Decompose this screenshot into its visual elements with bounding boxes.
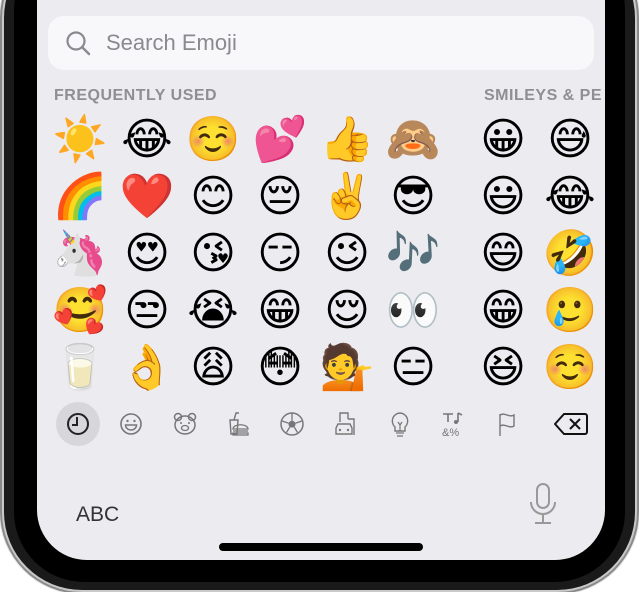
- search-placeholder: Search Emoji: [106, 30, 237, 55]
- travel-car-icon[interactable]: [326, 404, 366, 444]
- emoji-key[interactable]: 😏: [252, 226, 308, 282]
- section-frequently-used: FREQUENTLY USED: [54, 87, 218, 104]
- emoji-key[interactable]: 👍: [319, 112, 375, 168]
- emoji-key[interactable]: 😎: [385, 169, 441, 225]
- home-indicator[interactable]: [219, 543, 423, 551]
- emoji-key[interactable]: 😀: [475, 112, 531, 168]
- emoji-key[interactable]: 😍: [119, 226, 175, 282]
- emoji-key[interactable]: 💕: [252, 112, 308, 168]
- emoji-key[interactable]: 😉: [319, 226, 375, 282]
- smiley-icon[interactable]: [111, 404, 151, 444]
- emoji-key[interactable]: 😃: [475, 169, 531, 225]
- recent-clock-icon[interactable]: [56, 402, 100, 446]
- emoji-key[interactable]: 😔: [252, 169, 308, 225]
- section-smileys-people: SMILEYS & PE: [484, 87, 603, 104]
- emoji-key[interactable]: 💁: [319, 340, 375, 396]
- emoji-keyboard: Search Emoji FREQUENTLY USED SMILEYS & P…: [37, 0, 605, 560]
- symbols-icon[interactable]: &%: [433, 404, 473, 444]
- emoji-key[interactable]: 🦄: [52, 226, 108, 282]
- flag-icon[interactable]: [487, 404, 527, 444]
- emoji-key[interactable]: ❤️: [119, 169, 175, 225]
- emoji-key[interactable]: 😁: [475, 283, 531, 339]
- category-bar: &%: [37, 400, 605, 450]
- search-emoji-field[interactable]: Search Emoji: [48, 16, 594, 70]
- emoji-key[interactable]: 😒: [119, 283, 175, 339]
- emoji-key[interactable]: 😳: [252, 340, 308, 396]
- emoji-key[interactable]: 😑: [385, 340, 441, 396]
- emoji-key[interactable]: 😆: [475, 340, 531, 396]
- emoji-key[interactable]: 🤣: [542, 226, 598, 282]
- emoji-key[interactable]: 👀: [385, 283, 441, 339]
- emoji-key[interactable]: 😩: [185, 340, 241, 396]
- emoji-key[interactable]: 👌: [119, 340, 175, 396]
- emoji-key[interactable]: 🙈: [385, 112, 441, 168]
- abc-keyboard-button[interactable]: ABC: [76, 503, 119, 527]
- animal-bear-icon[interactable]: [165, 404, 205, 444]
- emoji-key[interactable]: 😁: [252, 283, 308, 339]
- emoji-key[interactable]: 😌: [319, 283, 375, 339]
- food-icon[interactable]: [218, 404, 258, 444]
- emoji-key[interactable]: 🌈: [52, 169, 108, 225]
- emoji-key[interactable]: 🥲: [542, 283, 598, 339]
- emoji-key[interactable]: 😭: [185, 283, 241, 339]
- emoji-key[interactable]: 😂: [119, 112, 175, 168]
- microphone-icon[interactable]: [527, 482, 559, 531]
- lightbulb-icon[interactable]: [380, 404, 420, 444]
- emoji-key[interactable]: ☺️: [185, 112, 241, 168]
- emoji-key[interactable]: 🥰: [52, 283, 108, 339]
- emoji-key[interactable]: ☀️: [52, 112, 108, 168]
- delete-backspace-icon[interactable]: [549, 404, 593, 444]
- emoji-key[interactable]: 😅: [542, 112, 598, 168]
- svg-text:&%: &%: [442, 427, 459, 438]
- search-icon: [64, 29, 92, 57]
- emoji-key[interactable]: 🎶: [385, 226, 441, 282]
- emoji-key[interactable]: 😊: [185, 169, 241, 225]
- emoji-key[interactable]: 🥛: [52, 340, 108, 396]
- soccer-ball-icon[interactable]: [272, 404, 312, 444]
- emoji-key[interactable]: 😘: [185, 226, 241, 282]
- emoji-key[interactable]: 😂: [542, 169, 598, 225]
- emoji-key[interactable]: 😄: [475, 226, 531, 282]
- emoji-key[interactable]: ✌️: [319, 169, 375, 225]
- emoji-key[interactable]: ☺️: [542, 340, 598, 396]
